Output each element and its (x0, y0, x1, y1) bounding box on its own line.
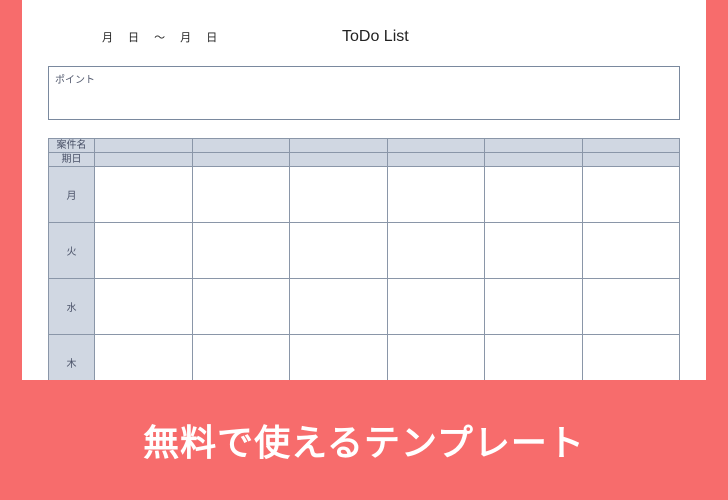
grid-cell (387, 167, 485, 223)
day-label: 木 (49, 335, 95, 381)
point-label: ポイント (55, 71, 673, 86)
grid-cell (192, 279, 290, 335)
grid-cell (95, 335, 193, 381)
grid-cell (485, 223, 583, 279)
grid-cell (485, 167, 583, 223)
grid-header-label-top: 案件名 (49, 139, 95, 153)
grid-cell (95, 279, 193, 335)
grid-header-col (387, 139, 485, 153)
grid-header-col (192, 139, 290, 153)
date-range: 月 日 ～ 月 日 (102, 29, 312, 45)
grid-cell (192, 223, 290, 279)
day-label: 月 (49, 167, 95, 223)
grid-header-col (485, 153, 583, 167)
grid-header-col (582, 153, 680, 167)
grid-header-col (290, 139, 388, 153)
grid-cell (290, 279, 388, 335)
grid-cell (95, 223, 193, 279)
grid-cell (582, 279, 680, 335)
grid-header-col (485, 139, 583, 153)
grid-cell (485, 279, 583, 335)
grid-cell (290, 223, 388, 279)
day-label: 火 (49, 223, 95, 279)
grid-row: 火 (49, 223, 680, 279)
grid-header-col (192, 153, 290, 167)
grid-header-col (95, 139, 193, 153)
grid-cell (582, 223, 680, 279)
grid-cell (387, 279, 485, 335)
grid-header-bottom: 期日 (49, 153, 680, 167)
grid-cell (192, 167, 290, 223)
grid-cell (387, 223, 485, 279)
day-label: 水 (49, 279, 95, 335)
banner-text: 無料で使えるテンプレート (143, 414, 585, 466)
grid-header-label-bottom: 期日 (49, 153, 95, 167)
grid-cell (95, 167, 193, 223)
grid-header-col (387, 153, 485, 167)
document-container: 月 日 ～ 月 日 ToDo List ポイント 案件名 期日 月 (22, 0, 706, 380)
grid-cell (582, 335, 680, 381)
grid-row: 水 (49, 279, 680, 335)
grid-cell (387, 335, 485, 381)
grid-header-col (582, 139, 680, 153)
grid-cell (192, 335, 290, 381)
page-title: ToDo List (342, 28, 409, 46)
grid-header-col (290, 153, 388, 167)
grid-header-col (95, 153, 193, 167)
todo-grid: 案件名 期日 月 火 (48, 138, 680, 380)
point-box: ポイント (48, 66, 680, 120)
grid-cell (582, 167, 680, 223)
banner: 無料で使えるテンプレート (0, 380, 728, 500)
grid-cell (290, 167, 388, 223)
grid-row: 月 (49, 167, 680, 223)
grid-row: 木 (49, 335, 680, 381)
grid-header-top: 案件名 (49, 139, 680, 153)
header-row: 月 日 ～ 月 日 ToDo List (42, 28, 686, 46)
grid-cell (485, 335, 583, 381)
grid-cell (290, 335, 388, 381)
